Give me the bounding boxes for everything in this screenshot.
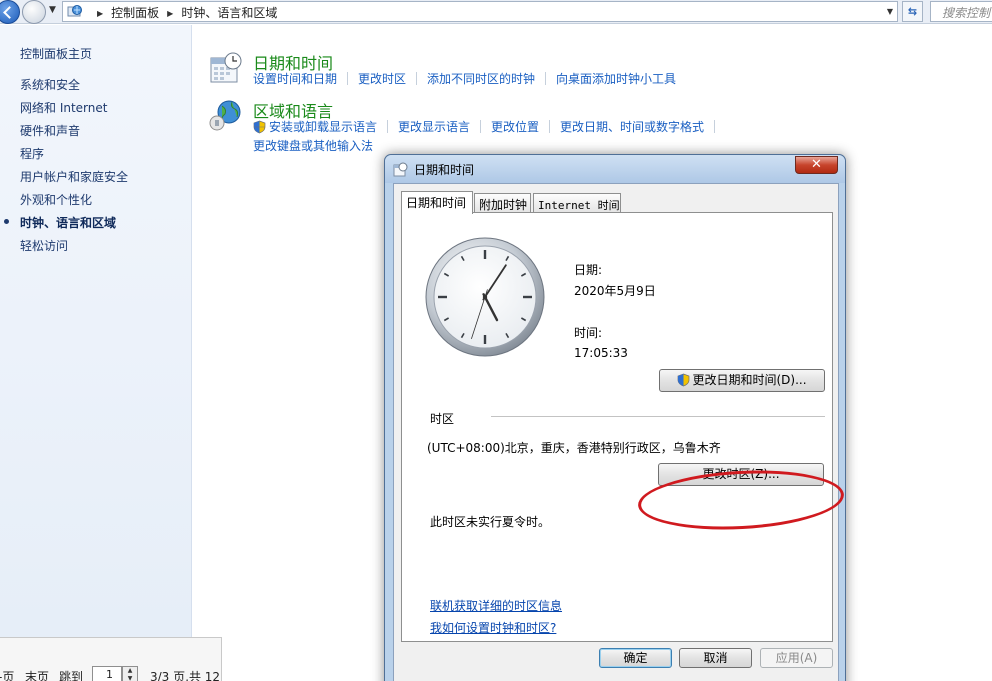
sidebar-item-ease-of-access[interactable]: 轻松访问 <box>20 238 128 261</box>
dialog-title: 日期和时间 <box>414 163 475 177</box>
tab-internet-time[interactable]: Internet 时间 <box>533 193 621 213</box>
address-box[interactable]: ▶ 控制面板 ▶ 时钟、语言和区域 ▼ <box>62 1 898 22</box>
set-time-date-link[interactable]: 设置时间和日期 <box>253 72 337 86</box>
tab-date-time[interactable]: 日期和时间 <box>401 191 473 214</box>
dialog-body: 日期和时间 附加时钟 Internet 时间 日期: 2020年5月9日 时间:… <box>393 183 846 681</box>
time-value: 17:05:33 <box>574 346 628 360</box>
globe-icon <box>209 100 241 131</box>
change-date-time-number-format-link[interactable]: 更改日期、时间或数字格式 <box>560 120 704 134</box>
cancel-button[interactable]: 取消 <box>679 648 752 668</box>
prev-page-link[interactable]: -页 <box>0 668 14 681</box>
sidebar-item-hardware-sound[interactable]: 硬件和声音 <box>20 123 128 146</box>
divider <box>545 72 547 85</box>
change-date-time-button[interactable]: 更改日期和时间(D)... <box>659 369 825 392</box>
change-location-link[interactable]: 更改位置 <box>491 120 539 134</box>
uac-shield-icon <box>678 373 690 387</box>
divider <box>480 120 482 133</box>
address-bar: ▼ ▶ 控制面板 ▶ 时钟、语言和区域 ▼ ⇆ 搜索控制 <box>0 0 992 24</box>
jump-to-label: 跳到 <box>59 670 84 681</box>
page-spinner[interactable]: ▲ ▼ <box>122 666 138 681</box>
divider <box>714 120 716 133</box>
breadcrumb-control-panel[interactable]: 控制面板 <box>111 6 159 20</box>
sidebar-home-link[interactable]: 控制面板主页 <box>20 45 92 62</box>
refresh-button[interactable]: ⇆ <box>902 1 923 22</box>
chevron-right-icon: ▶ <box>97 9 104 18</box>
install-display-language-link[interactable]: 安装或卸载显示语言 <box>269 120 377 134</box>
recent-pages-dropdown[interactable]: ▼ <box>49 5 56 15</box>
change-display-language-link[interactable]: 更改显示语言 <box>398 120 470 134</box>
date-time-dialog: 日期和时间 ✕ 日期和时间 附加时钟 Internet 时间 日期: 2020年… <box>384 154 846 681</box>
sidebar-item-user-accounts[interactable]: 用户帐户和家庭安全 <box>20 169 128 192</box>
change-timezone-link[interactable]: 更改时区 <box>358 72 406 86</box>
breadcrumb-clock-language-region[interactable]: 时钟、语言和区域 <box>181 6 277 20</box>
page-number-input[interactable]: 1 <box>92 666 122 681</box>
divider <box>387 120 389 133</box>
page-summary: 3/3 页,共 12 <box>150 670 221 681</box>
timezone-divider <box>491 416 825 417</box>
divider <box>549 120 551 133</box>
dialog-titlebar[interactable]: 日期和时间 ✕ <box>385 155 845 183</box>
date-value: 2020年5月9日 <box>574 284 656 298</box>
date-time-panel: 日期: 2020年5月9日 时间: 17:05:33 更改日期和时间(D)...… <box>401 212 846 642</box>
clock-center <box>482 294 488 300</box>
active-item-bullet <box>4 219 9 224</box>
region-language-links: 安装或卸载显示语言 更改显示语言 更改位置 更改日期、时间或数字格式 更改键盘或其他输… <box>253 118 725 154</box>
search-input[interactable]: 搜索控制 <box>930 1 992 22</box>
back-button[interactable] <box>0 0 20 24</box>
timezone-info-link[interactable]: 联机获取详细的时区信息 <box>430 597 562 614</box>
timezone-value: (UTC+08:00)北京，重庆，香港特别行政区，乌鲁木齐 <box>427 441 721 455</box>
sidebar: 控制面板主页 系统和安全 网络和 Internet 硬件和声音 程序 用户帐户和… <box>0 25 192 637</box>
calendar-clock-icon <box>210 52 242 83</box>
date-label: 日期: <box>574 263 603 277</box>
sidebar-item-programs[interactable]: 程序 <box>20 146 128 169</box>
add-clock-gadget-link[interactable]: 向桌面添加时钟小工具 <box>556 72 676 86</box>
sidebar-item-network-internet[interactable]: 网络和 Internet <box>20 100 128 123</box>
control-panel-icon <box>67 5 82 17</box>
pager: -页 末页 跳到 1 ▲▼ 3/3 页,共 12 <box>0 637 222 681</box>
chevron-right-icon: ▶ <box>167 9 174 18</box>
ok-button[interactable]: 确定 <box>599 648 672 668</box>
analog-clock <box>425 237 545 357</box>
time-label: 时间: <box>574 326 603 340</box>
forward-button[interactable] <box>22 0 46 24</box>
chevron-down-icon[interactable]: ▼ <box>887 7 893 16</box>
calendar-clock-icon <box>393 162 408 177</box>
change-date-time-label: 更改日期和时间(D)... <box>692 373 807 387</box>
breadcrumb: ▶ 控制面板 ▶ 时钟、语言和区域 <box>89 4 277 21</box>
divider <box>347 72 349 85</box>
date-time-links: 设置时间和日期 更改时区 添加不同时区的时钟 向桌面添加时钟小工具 <box>253 70 676 87</box>
add-clocks-link[interactable]: 添加不同时区的时钟 <box>427 72 535 86</box>
tab-additional-clocks[interactable]: 附加时钟 <box>474 193 531 213</box>
last-page-link[interactable]: 末页 <box>25 668 49 681</box>
sidebar-item-clock-language-region[interactable]: 时钟、语言和区域 <box>20 215 128 238</box>
dst-note: 此时区未实行夏令时。 <box>430 515 551 529</box>
divider <box>416 72 418 85</box>
sidebar-item-system-security[interactable]: 系统和安全 <box>20 77 128 100</box>
uac-shield-icon <box>253 120 266 134</box>
close-button[interactable]: ✕ <box>795 156 838 174</box>
how-to-set-clock-link[interactable]: 我如何设置时钟和时区? <box>430 619 556 636</box>
apply-button[interactable]: 应用(A) <box>760 648 833 668</box>
change-keyboard-input-link[interactable]: 更改键盘或其他输入法 <box>253 139 373 153</box>
timezone-section-label: 时区 <box>430 412 455 426</box>
sidebar-item-appearance[interactable]: 外观和个性化 <box>20 192 128 215</box>
